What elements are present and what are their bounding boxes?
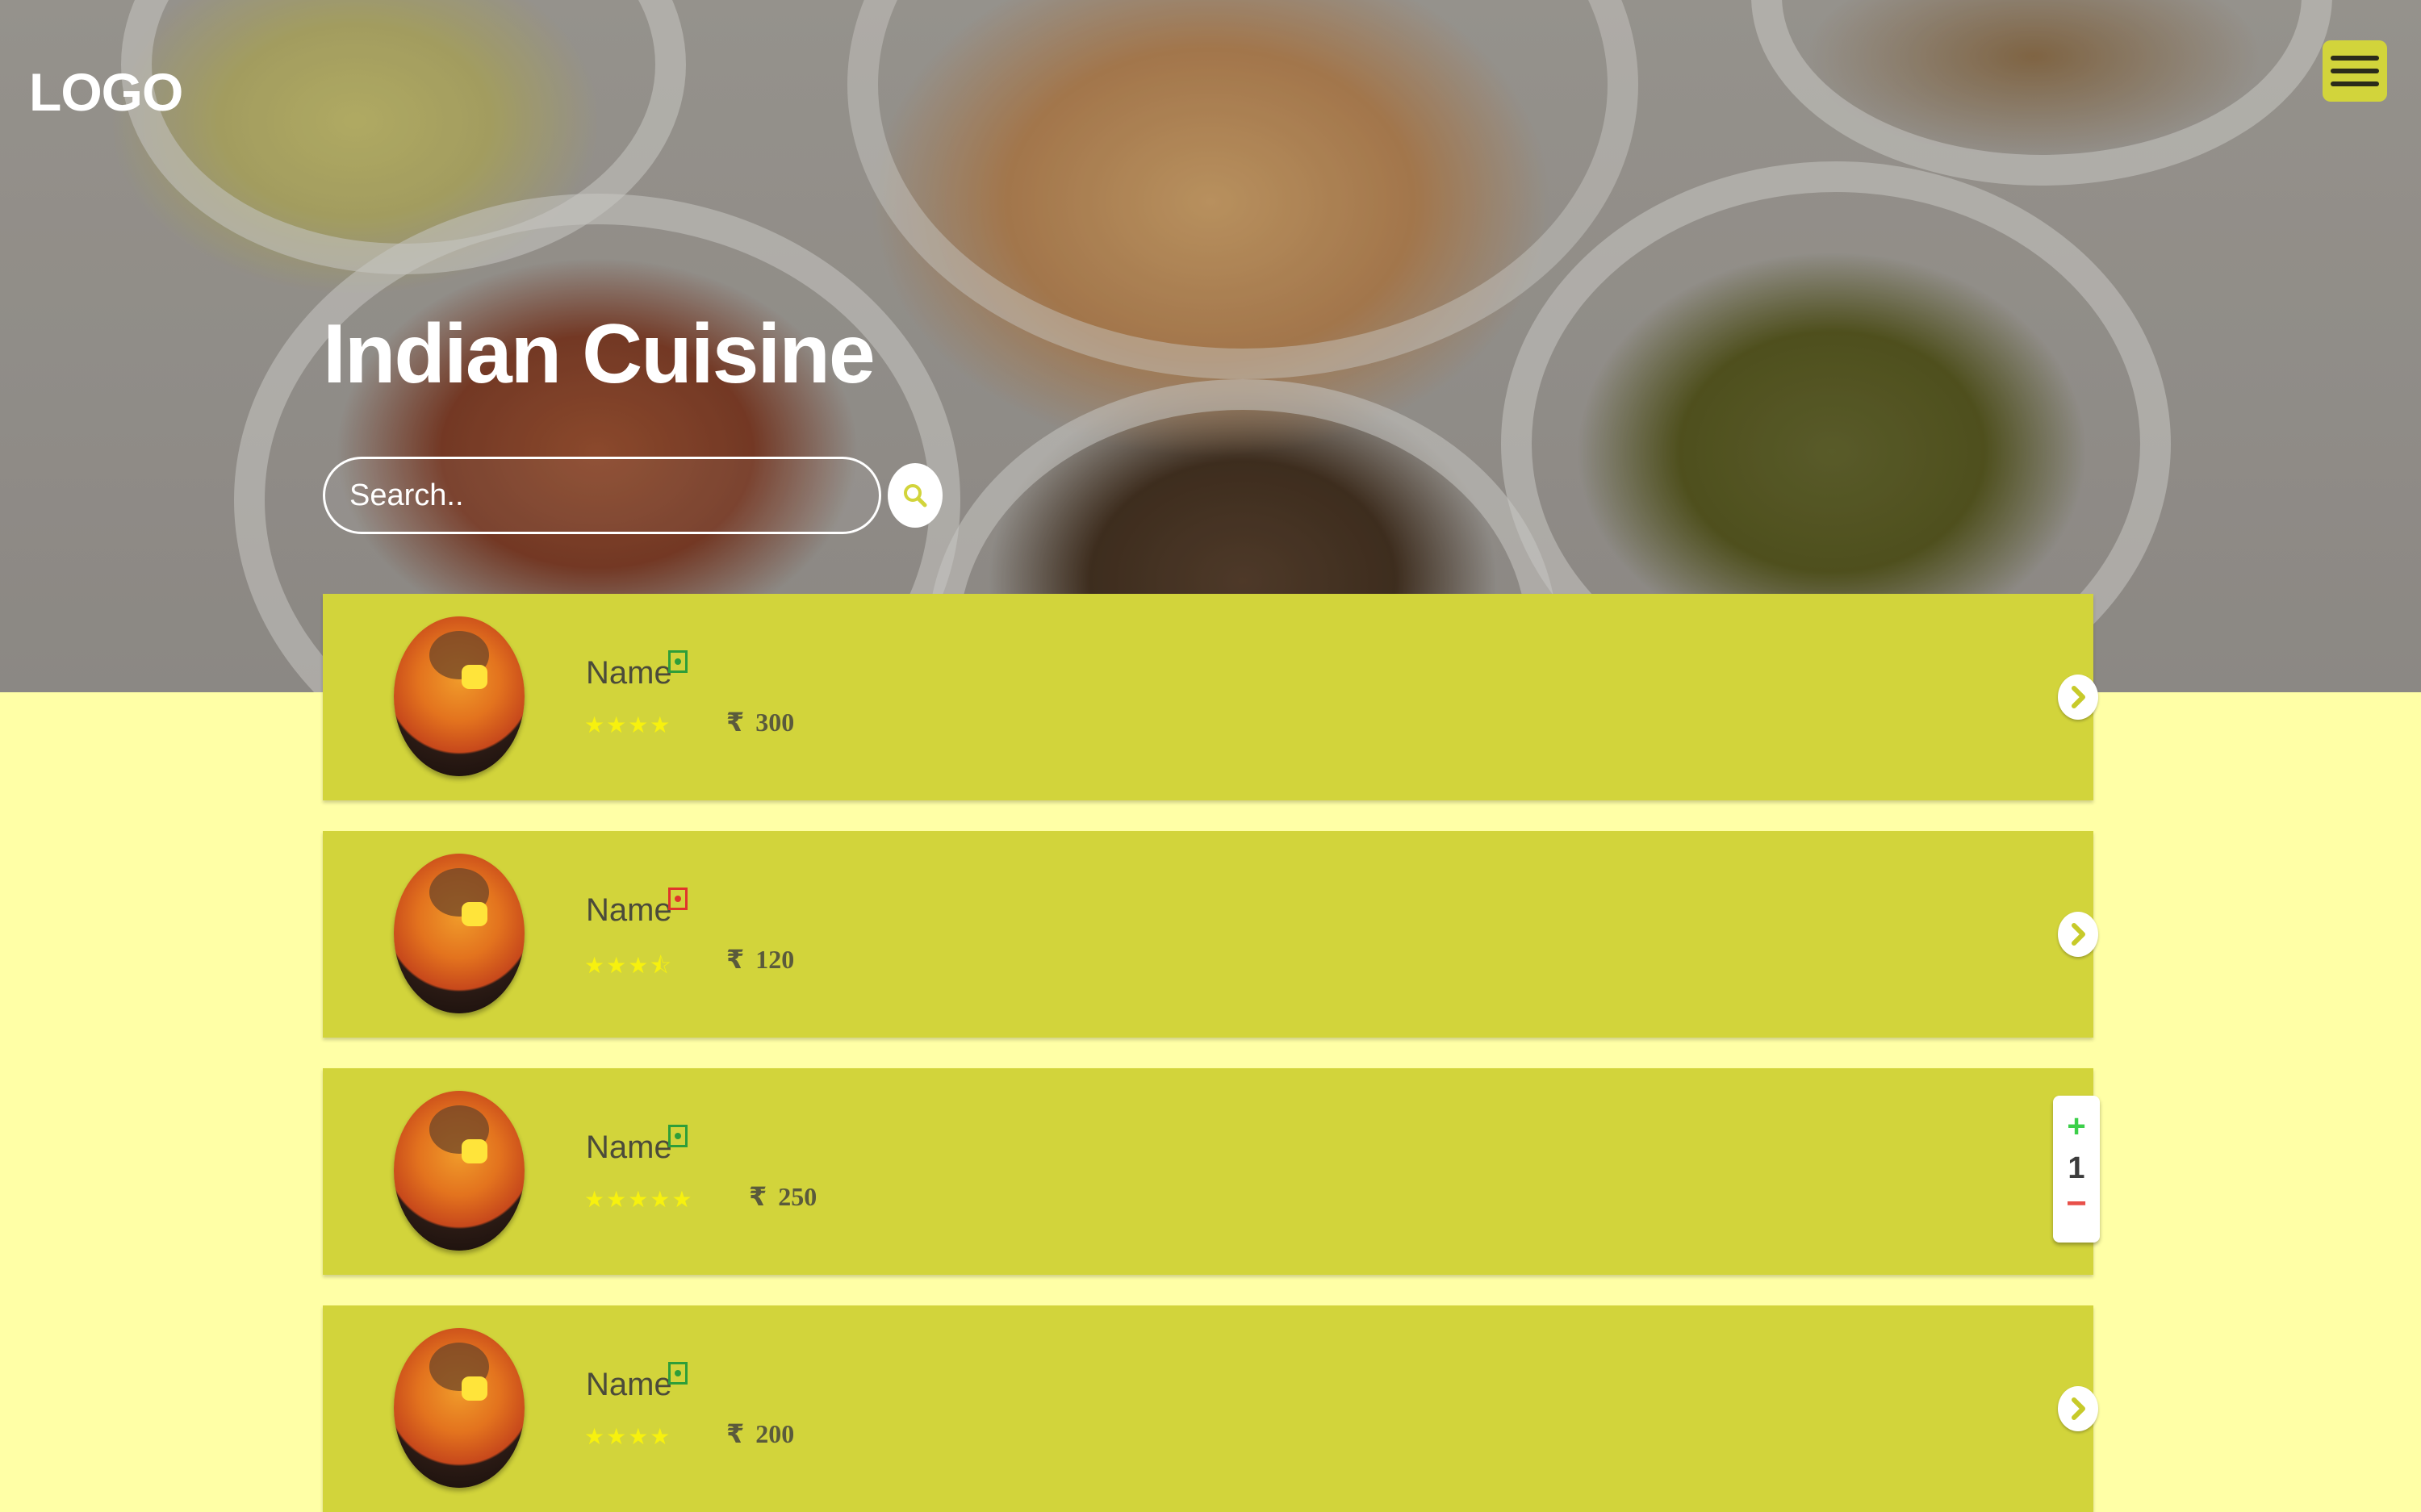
item-name: Name: [586, 1130, 672, 1165]
item-price: ₹120: [726, 944, 795, 975]
search-button[interactable]: [888, 463, 943, 528]
veg-indicator-icon: [668, 1125, 688, 1147]
item-price: ₹300: [726, 707, 795, 737]
rating-stars: ★★★★★: [584, 1186, 694, 1213]
hamburger-menu-icon: [2331, 81, 2379, 86]
food-thumbnail: [394, 1091, 525, 1251]
hamburger-menu-icon: [2331, 56, 2379, 61]
hero-banner: LOGO Indian Cuisine: [0, 0, 2421, 692]
item-name: Name: [586, 1367, 672, 1402]
item-name: Name: [586, 892, 672, 928]
item-price: ₹250: [749, 1181, 817, 1212]
open-item-button[interactable]: [2058, 912, 2098, 957]
list-item[interactable]: Name ★★★⯪ ₹120: [323, 831, 2098, 1038]
hamburger-menu-icon: [2331, 69, 2379, 73]
logo[interactable]: LOGO: [29, 61, 183, 123]
menu-button[interactable]: [2323, 40, 2387, 102]
rating-stars: ★★★★: [584, 712, 672, 738]
list-item[interactable]: Name ★★★★ ₹300: [323, 594, 2098, 800]
list-item[interactable]: Name ★★★★★ ₹250 + 1 −: [323, 1068, 2100, 1275]
quantity-stepper[interactable]: + 1 −: [2053, 1096, 2100, 1243]
quantity-value: 1: [2068, 1151, 2085, 1185]
veg-indicator-icon: [668, 650, 688, 673]
chevron-right-icon: [2072, 1397, 2085, 1420]
rating-stars: ★★★★: [584, 1423, 672, 1450]
food-thumbnail: [394, 1328, 525, 1488]
increment-button[interactable]: +: [2053, 1110, 2100, 1142]
list-item[interactable]: Name ★★★★ ₹200: [323, 1305, 2098, 1512]
non-veg-indicator-icon: [668, 888, 688, 910]
search-input[interactable]: [323, 457, 881, 534]
food-thumbnail: [394, 616, 525, 776]
chevron-right-icon: [2072, 686, 2085, 708]
chevron-right-icon: [2072, 923, 2085, 946]
item-price: ₹200: [726, 1418, 795, 1449]
page-title: Indian Cuisine: [323, 307, 876, 401]
decrement-button[interactable]: −: [2053, 1186, 2100, 1222]
open-item-button[interactable]: [2058, 1386, 2098, 1431]
item-name: Name: [586, 655, 672, 691]
veg-indicator-icon: [668, 1362, 688, 1385]
rating-stars: ★★★⯪: [584, 952, 673, 979]
food-thumbnail: [394, 854, 525, 1013]
open-item-button[interactable]: [2058, 675, 2098, 720]
search-icon: [904, 484, 927, 507]
